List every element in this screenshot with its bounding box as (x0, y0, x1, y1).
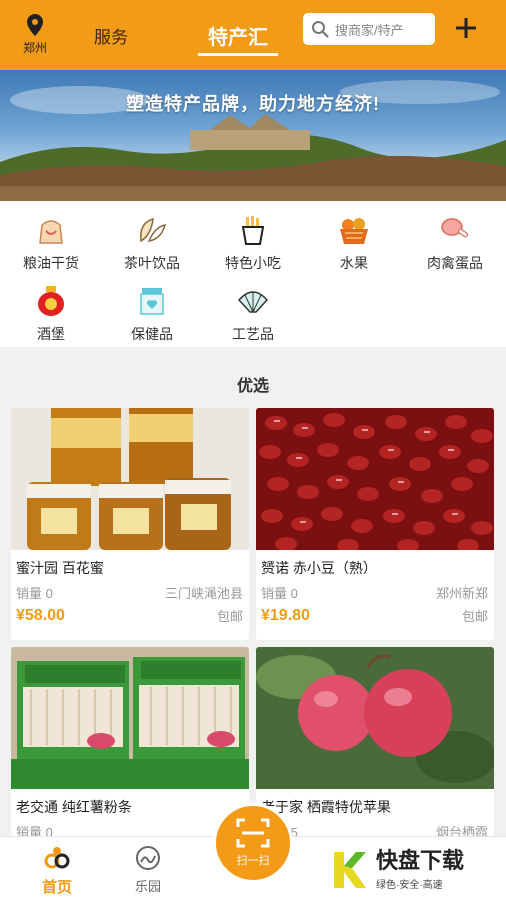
scan-label: 扫一扫 (236, 855, 270, 867)
location-pin-icon (27, 14, 43, 36)
home-icon (44, 847, 70, 869)
product-image-sweet-potato-noodles (11, 647, 249, 789)
product-sales: 销量 0 (261, 586, 298, 601)
category-item-health[interactable]: 保健品 (102, 278, 202, 344)
chicken-leg-icon (441, 218, 469, 238)
nav-park[interactable]: 乐园 (118, 837, 178, 900)
watermark-tagline: 绿色·安全·高速 (376, 879, 443, 891)
category-item-crafts[interactable]: 工艺品 (203, 278, 303, 344)
watermark-logo: 快盘下载 绿色·安全·高速 (330, 840, 506, 900)
tab-specialty[interactable]: 特产汇 (198, 0, 278, 70)
product-name: 赟诺 赤小豆（熟） (261, 560, 377, 576)
fan-icon (237, 291, 269, 313)
nav-home[interactable]: 首页 (27, 837, 87, 900)
product-origin: 烟台栖霞 (435, 825, 488, 836)
search-box[interactable]: 搜商家/特产 (303, 13, 435, 45)
category-item-fruit[interactable]: 水果 (304, 207, 404, 273)
wine-jar-icon (38, 286, 64, 316)
promo-banner[interactable]: 塑造特产品牌，助力地方经济! (0, 70, 506, 201)
product-card[interactable]: 蜜汁园 百花蜜 销量 0 三门峡渑池县 ¥58.00 包邮 (11, 408, 249, 640)
product-origin: 郑州新郑 (435, 586, 488, 601)
search-icon (312, 21, 329, 38)
scan-icon (236, 818, 270, 848)
product-shipping: 包邮 (461, 609, 488, 624)
category-label: 保健品 (131, 326, 173, 342)
scan-button[interactable]: 扫一扫 (213, 803, 293, 883)
product-price: ¥58.00 (16, 606, 65, 624)
park-icon (136, 846, 160, 870)
product-sales: 销量 0 (16, 586, 53, 601)
category-item-wine[interactable]: 酒堡 (1, 278, 101, 344)
product-card[interactable]: 赟诺 赤小豆（熟） 销量 0 郑州新郑 ¥19.80 包邮 (256, 408, 494, 640)
category-grid: 粮油干货 茶叶饮品 特色小吃 水果 肉禽蛋品 酒堡 保健品 工艺品 (0, 201, 506, 347)
category-label: 茶叶饮品 (124, 255, 180, 271)
category-item-grain[interactable]: 粮油干货 (1, 207, 101, 273)
grain-bag-icon (39, 220, 63, 244)
product-image-red-beans (256, 408, 494, 550)
category-label: 粮油干货 (23, 255, 79, 271)
product-shipping: 包邮 (216, 609, 243, 624)
product-name: 老交通 纯红薯粉条 (16, 799, 132, 815)
product-card[interactable]: 老交通 纯红薯粉条 销量 0 南阳 (11, 647, 249, 836)
product-image-honey (11, 408, 249, 550)
city-label: 郑州 (22, 41, 47, 55)
product-name: 老于家 栖霞特优苹果 (261, 799, 391, 815)
location-selector[interactable]: 郑州 (0, 0, 70, 70)
nav-home-label: 首页 (41, 879, 72, 896)
category-label: 肉禽蛋品 (427, 255, 483, 271)
product-image-apples (256, 647, 494, 789)
health-box-icon (140, 288, 164, 315)
product-origin: 三门峡渑池县 (164, 586, 243, 601)
category-item-tea[interactable]: 茶叶饮品 (102, 207, 202, 273)
product-card[interactable]: 老于家 栖霞特优苹果 销量 5 烟台栖霞 (256, 647, 494, 836)
category-label: 工艺品 (232, 326, 274, 342)
watermark-brand: 快盘下载 (376, 847, 465, 873)
add-icon[interactable] (450, 12, 482, 44)
category-label: 酒堡 (37, 326, 65, 342)
banner-slogan: 塑造特产品牌，助力地方经济! (126, 94, 380, 114)
product-sales: 销量 0 (16, 825, 53, 836)
fries-icon (241, 216, 265, 245)
category-item-snacks[interactable]: 特色小吃 (203, 207, 303, 273)
product-price: ¥19.80 (261, 606, 310, 624)
top-bar: 郑州 服务 特产汇 搜商家/特产 (0, 0, 506, 70)
tea-leaf-icon (140, 217, 167, 243)
category-item-meat[interactable]: 肉禽蛋品 (405, 207, 505, 273)
category-label: 水果 (340, 255, 368, 271)
watermark-k-icon (334, 852, 366, 888)
search-placeholder: 搜商家/特产 (335, 22, 404, 38)
nav-park-label: 乐园 (134, 879, 161, 894)
section-title: 优选 (236, 378, 269, 395)
tab-service[interactable]: 服务 (84, 23, 138, 48)
product-name: 蜜汁园 百花蜜 (16, 560, 104, 576)
fruit-basket-icon (340, 218, 368, 244)
category-label: 特色小吃 (225, 255, 281, 271)
